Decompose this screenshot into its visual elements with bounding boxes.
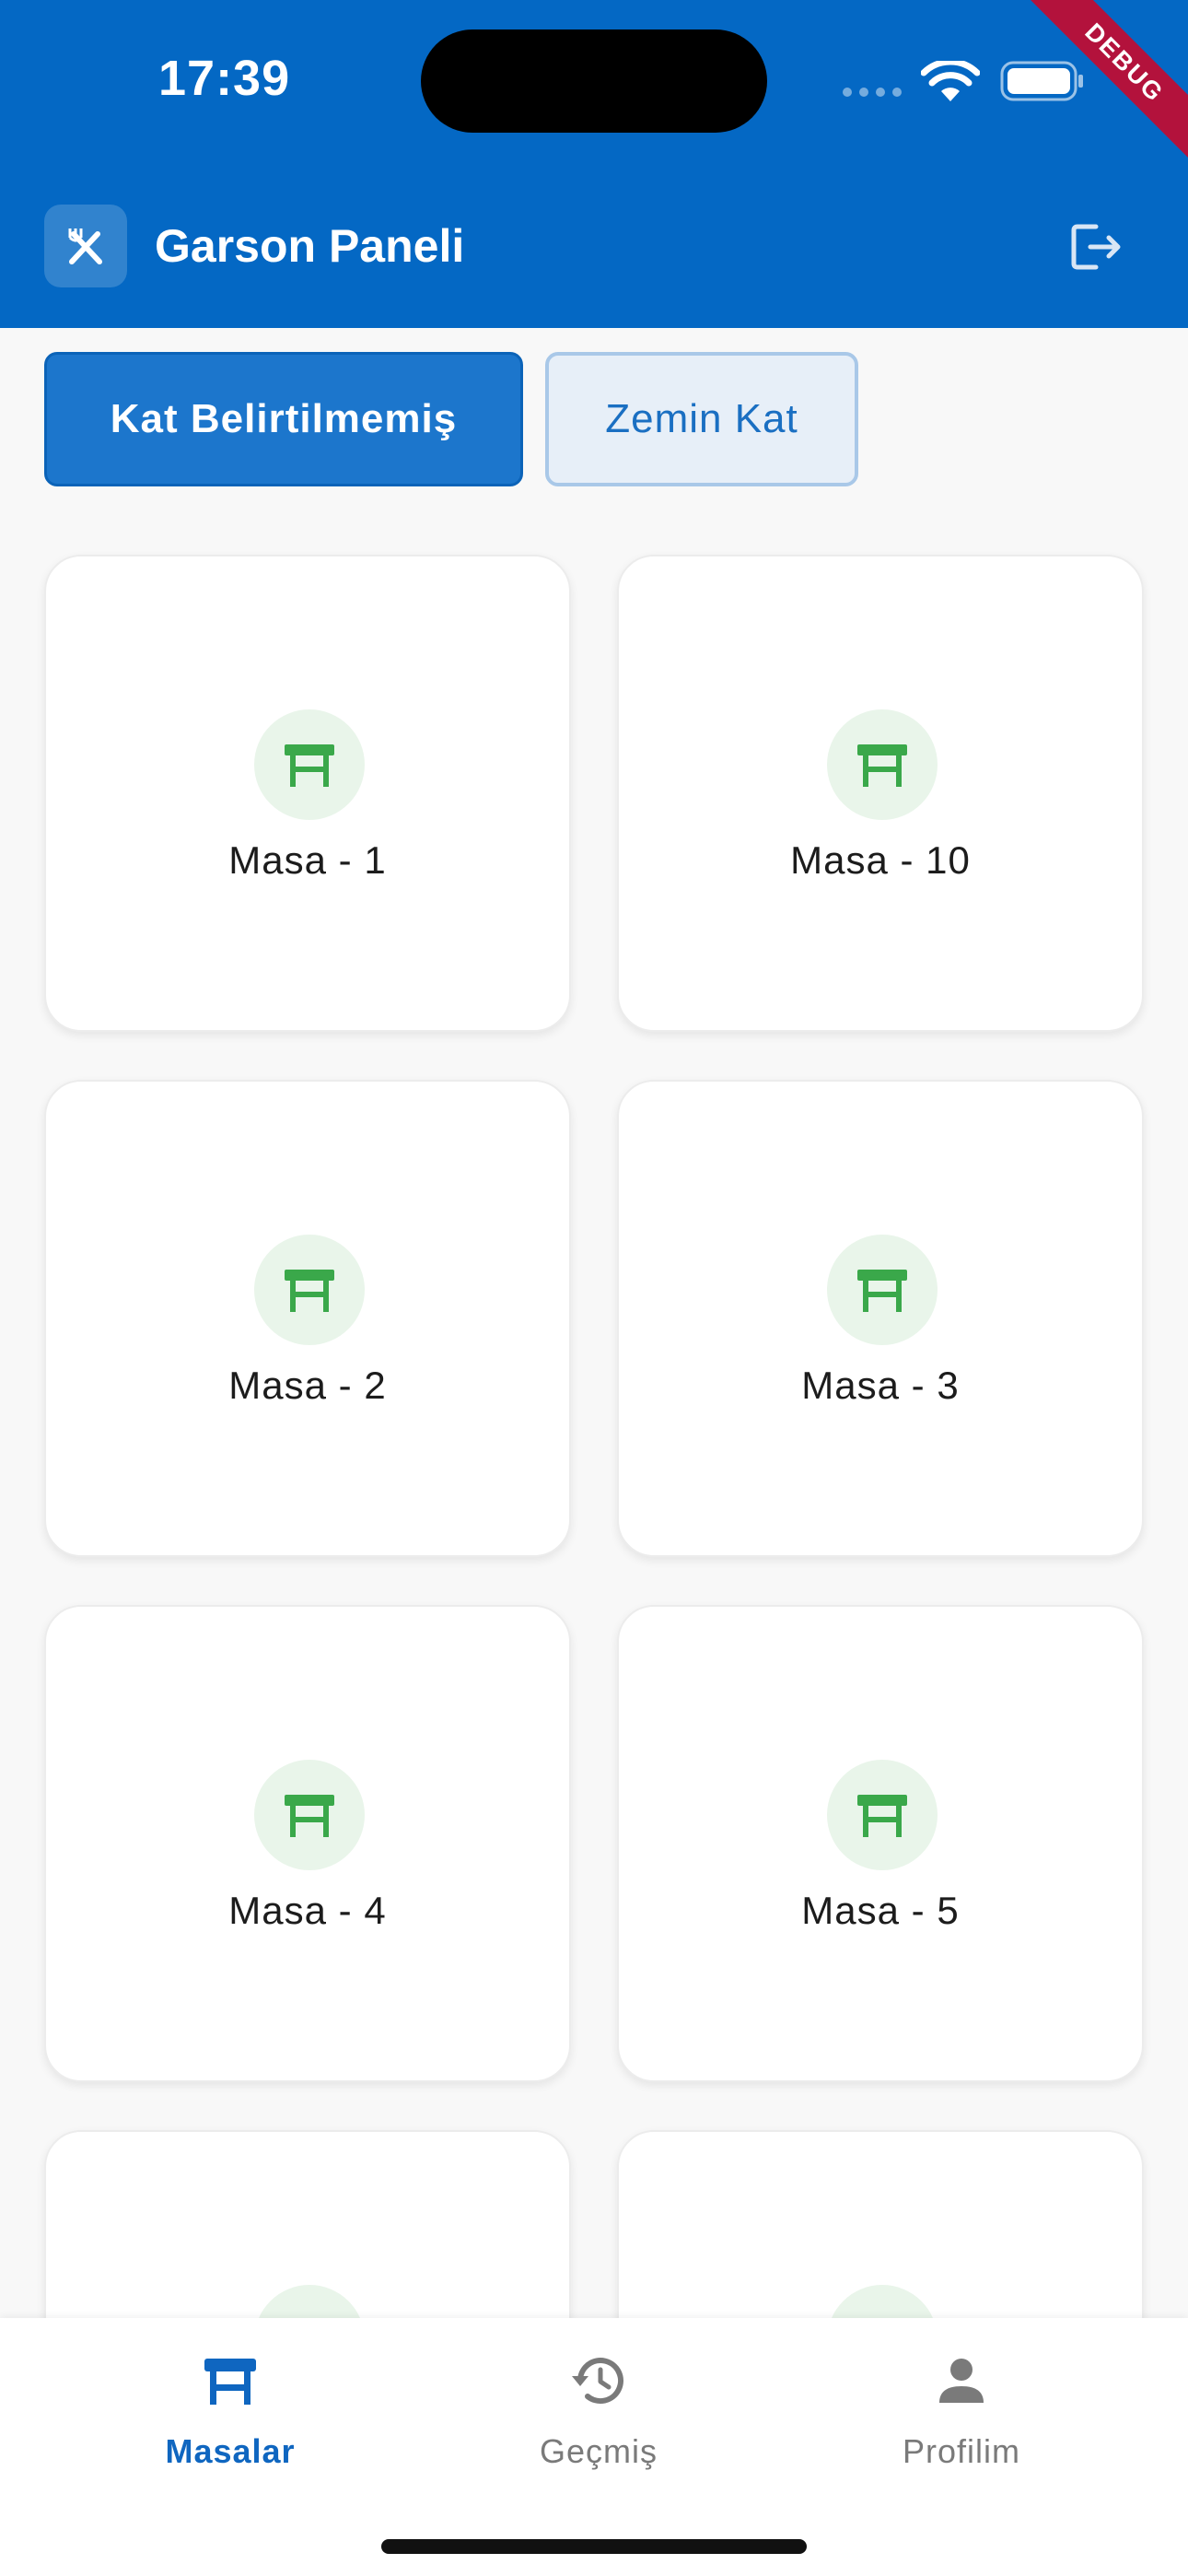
app-header: 17:39 DEBUG Garson Paneli [0,0,1188,328]
table-icon [204,2359,256,2405]
table-card[interactable]: Masa - 10 [617,555,1144,1032]
table-card[interactable] [617,2130,1144,2318]
table-icon [254,1235,365,1345]
table-label: Masa - 4 [228,1889,387,1932]
table-label: Masa - 2 [228,1364,387,1407]
nav-label: Masalar [165,2432,296,2470]
restaurant-logo-icon [44,205,127,287]
logout-button[interactable] [1065,217,1131,276]
nav-item-profilim[interactable]: Profilim [823,2344,1100,2491]
status-time: 17:39 [158,51,291,106]
bottom-navigation: Masalar Geçmiş Profilim [0,2318,1188,2576]
floor-chip-ground[interactable]: Zemin Kat [545,352,858,486]
table-label: Masa - 1 [228,838,387,882]
table-icon [827,709,938,820]
page-title: Garson Paneli [155,220,465,272]
table-icon [254,2285,365,2318]
table-card[interactable]: Masa - 4 [44,1605,571,2082]
table-icon [827,1760,938,1870]
person-icon [939,2359,984,2403]
table-icon [254,1760,365,1870]
wifi-icon [921,61,980,101]
dynamic-island [421,29,767,133]
tables-grid: Masa - 1 Masa - 10 Masa - 2 Masa - 3 Mas… [44,555,1144,2318]
table-card[interactable] [44,2130,571,2318]
table-card[interactable]: Masa - 1 [44,555,571,1032]
cellular-signal-icon [843,88,902,97]
table-label: Masa - 5 [801,1889,960,1932]
table-card[interactable]: Masa - 5 [617,1605,1144,2082]
history-icon [572,2358,623,2405]
tables-list[interactable]: Masa - 1 Masa - 10 Masa - 2 Masa - 3 Mas… [0,516,1188,2318]
nav-label: Profilim [902,2432,1020,2470]
nav-item-masalar[interactable]: Masalar [92,2344,368,2491]
floor-chip-unspecified[interactable]: Kat Belirtilmemiş [44,352,523,486]
logout-icon [1071,224,1121,270]
battery-icon [1000,61,1083,101]
nav-item-gecmis[interactable]: Geçmiş [460,2344,737,2491]
table-label: Masa - 10 [790,838,971,882]
nav-label: Geçmiş [539,2432,658,2470]
table-icon [827,1235,938,1345]
table-label: Masa - 3 [801,1364,960,1407]
table-card[interactable]: Masa - 2 [44,1080,571,1557]
table-icon [254,709,365,820]
table-card[interactable]: Masa - 3 [617,1080,1144,1557]
home-indicator[interactable] [381,2539,807,2554]
table-icon [827,2285,938,2318]
